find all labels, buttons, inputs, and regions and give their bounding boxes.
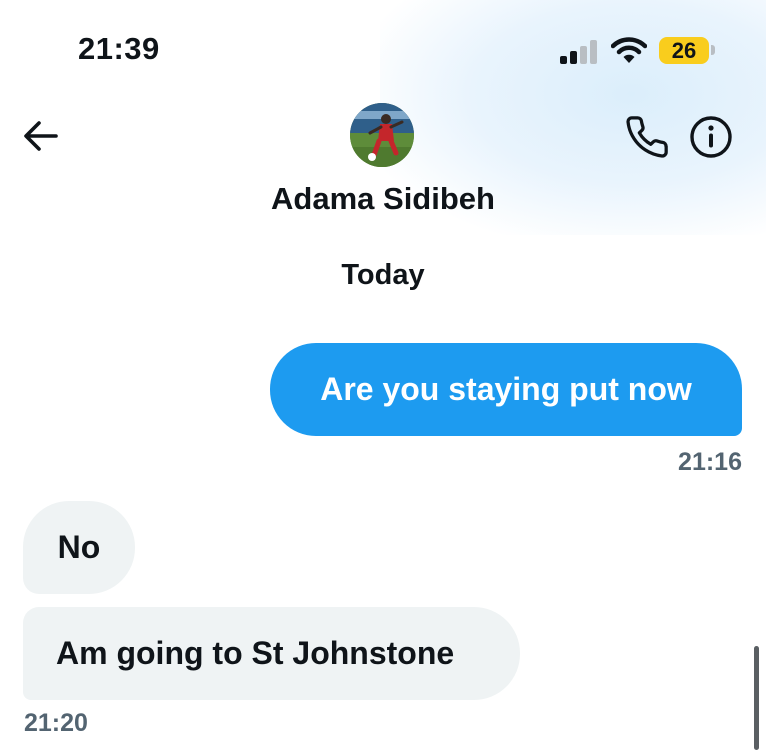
arrow-left-icon <box>24 121 58 151</box>
info-icon <box>690 116 732 158</box>
back-button[interactable] <box>20 116 62 156</box>
wifi-icon <box>611 37 647 63</box>
outgoing-message-bubble[interactable]: Are you staying put now <box>270 343 742 436</box>
call-button[interactable] <box>624 114 670 160</box>
info-button[interactable] <box>688 114 734 160</box>
contact-avatar[interactable] <box>350 103 414 167</box>
contact-name[interactable]: Adama Sidibeh <box>0 181 766 217</box>
outgoing-message-timestamp: 21:16 <box>678 448 742 476</box>
scrollbar[interactable] <box>754 646 759 750</box>
incoming-message-timestamp: 21:20 <box>24 709 88 737</box>
status-bar: 21:39 26 <box>0 0 766 100</box>
date-divider: Today <box>341 259 425 291</box>
avatar-photo <box>350 103 414 167</box>
battery-cap <box>711 45 715 55</box>
status-time: 21:39 <box>78 31 160 66</box>
battery-indicator: 26 <box>659 37 709 64</box>
phone-icon <box>626 116 668 158</box>
cellular-signal-icon <box>560 40 600 64</box>
incoming-message-bubble[interactable]: No <box>23 501 135 594</box>
incoming-message-bubble[interactable]: Am going to St Johnstone <box>23 607 520 700</box>
